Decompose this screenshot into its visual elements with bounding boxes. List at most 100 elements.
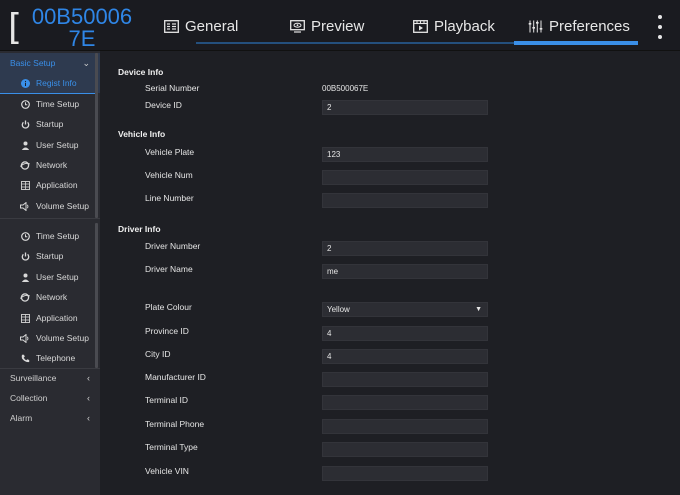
city-id-field[interactable] xyxy=(322,349,488,364)
settings-form: Device Info Serial Number 00B500067E Dev… xyxy=(100,51,680,495)
terminal-phone-field[interactable] xyxy=(322,419,488,434)
globe-icon xyxy=(20,292,30,302)
sidebar-item-label: Application xyxy=(36,313,78,323)
sidebar-item-network[interactable]: Network xyxy=(0,155,100,175)
sidebar-item-network-2[interactable]: Network xyxy=(0,287,100,307)
tab-playback[interactable]: Playback xyxy=(413,14,495,38)
sidebar-item-startup[interactable]: Startup xyxy=(0,114,100,134)
line-number-field[interactable] xyxy=(322,193,488,208)
vehicle-vin-field[interactable] xyxy=(322,466,488,481)
film-icon xyxy=(413,19,428,33)
sidebar-item-label: Application xyxy=(36,180,78,190)
manufacturer-id-field[interactable] xyxy=(322,372,488,387)
info-icon xyxy=(20,78,30,88)
tab-playback-label: Playback xyxy=(434,17,495,35)
terminal-type-field[interactable] xyxy=(322,442,488,457)
sidebar-item-volume-setup-2[interactable]: Volume Setup xyxy=(0,328,100,348)
sidebar-item-label: Startup xyxy=(36,251,64,261)
user-icon xyxy=(20,140,30,150)
chevron-left-icon: ‹ xyxy=(87,373,90,383)
sidebar-item-user-setup[interactable]: User Setup xyxy=(0,135,100,155)
tab-preferences[interactable]: Preferences xyxy=(528,14,630,38)
vehicle-vin-label: Vehicle VIN xyxy=(145,466,189,476)
sidebar-item-label: Network xyxy=(36,160,68,170)
device-bracket: [ xyxy=(8,7,23,48)
more-menu-icon[interactable] xyxy=(656,15,664,39)
sidebar-item-label: Volume Setup xyxy=(36,201,89,211)
top-bar: [ 00B500067E General Preview Playback Pr… xyxy=(0,0,680,51)
sidebar-item-label: Volume Setup xyxy=(36,333,89,343)
tab-preview-label: Preview xyxy=(311,17,365,35)
id-card-icon xyxy=(164,19,179,33)
sidebar-item-label: Regist Info xyxy=(36,78,77,88)
sidebar-item-label: Network xyxy=(36,292,68,302)
chevron-down-icon: ⌄ xyxy=(82,57,90,68)
device-code: 00B500067E xyxy=(31,4,133,51)
tab-general-label: General xyxy=(185,17,239,35)
serial-number-value: 00B500067E xyxy=(322,84,369,93)
sidebar-item-time-setup-2[interactable]: Time Setup xyxy=(0,226,100,246)
terminal-id-field[interactable] xyxy=(322,395,488,410)
vehicle-plate-field[interactable] xyxy=(322,147,488,162)
tab-preferences-label: Preferences xyxy=(549,17,630,35)
sidebar-item-user-setup-2[interactable]: User Setup xyxy=(0,267,100,287)
plate-colour-select[interactable]: Yellow ▼ xyxy=(322,302,488,317)
driver-name-label: Driver Name xyxy=(145,264,193,274)
sidebar-group-alarm[interactable]: Alarm ‹ xyxy=(0,408,100,428)
active-tab-indicator xyxy=(514,41,638,45)
user-icon xyxy=(20,272,30,282)
terminal-id-label: Terminal ID xyxy=(145,395,188,405)
sidebar-item-startup-2[interactable]: Startup xyxy=(0,246,100,266)
sidebar-item-application[interactable]: Application xyxy=(0,175,100,195)
province-id-label: Province ID xyxy=(145,326,189,336)
dropdown-caret-icon: ▼ xyxy=(475,306,482,313)
sidebar-group-label: Surveillance xyxy=(10,373,57,383)
driver-name-field[interactable] xyxy=(322,264,488,279)
sidebar-item-label: Telephone xyxy=(36,353,76,363)
sidebar-item-application-2[interactable]: Application xyxy=(0,308,100,328)
vehicle-num-field[interactable] xyxy=(322,170,488,185)
device-id-field[interactable] xyxy=(322,100,488,115)
power-icon xyxy=(20,119,30,129)
sidebar-group-label: Basic Setup xyxy=(10,58,56,68)
plate-colour-value: Yellow xyxy=(327,305,350,314)
terminal-type-label: Terminal Type xyxy=(145,442,198,452)
manufacturer-id-label: Manufacturer ID xyxy=(145,372,206,382)
vehicle-plate-label: Vehicle Plate xyxy=(145,147,195,157)
device-identifier: [ 00B500067E xyxy=(8,6,136,50)
device-id-label: Device ID xyxy=(145,100,182,110)
driver-number-field[interactable] xyxy=(322,241,488,256)
sidebar-group-collection[interactable]: Collection ‹ xyxy=(0,388,100,408)
sidebar-item-regist-info[interactable]: Regist Info xyxy=(0,73,100,93)
sidebar-item-time-setup[interactable]: Time Setup xyxy=(0,94,100,114)
sidebar-item-telephone[interactable]: Telephone xyxy=(0,348,100,368)
sidebar-scrollbar-upper[interactable] xyxy=(95,53,98,218)
sidebar-item-volume-setup[interactable]: Volume Setup xyxy=(0,196,100,216)
terminal-phone-label: Terminal Phone xyxy=(145,419,205,429)
tab-general[interactable]: General xyxy=(164,14,238,38)
speaker-icon xyxy=(20,333,30,343)
sidebar-scrollbar-lower[interactable] xyxy=(95,223,98,368)
driver-number-label: Driver Number xyxy=(145,241,201,251)
plate-colour-label: Plate Colour xyxy=(145,302,192,312)
section-title-driver-info: Driver Info xyxy=(118,224,161,234)
chevron-left-icon: ‹ xyxy=(87,413,90,423)
clock-icon xyxy=(20,99,30,109)
sidebar-divider xyxy=(0,218,100,219)
power-icon xyxy=(20,251,30,261)
phone-icon xyxy=(20,353,30,363)
province-id-field[interactable] xyxy=(322,326,488,341)
tab-preview[interactable]: Preview xyxy=(290,14,364,38)
sidebar-group-basic-setup[interactable]: Basic Setup ⌄ xyxy=(0,53,100,73)
speaker-icon xyxy=(20,201,30,211)
sidebar-item-label: User Setup xyxy=(36,272,79,282)
serial-number-label: Serial Number xyxy=(145,83,200,93)
globe-icon xyxy=(20,160,30,170)
vehicle-num-label: Vehicle Num xyxy=(145,170,193,180)
sidebar-group-surveillance[interactable]: Surveillance ‹ xyxy=(0,368,100,388)
sidebar-item-label: Time Setup xyxy=(36,231,80,241)
sidebar-group-label: Alarm xyxy=(10,413,33,423)
clock-icon xyxy=(20,231,30,241)
monitor-eye-icon xyxy=(290,19,305,33)
section-title-device-info: Device Info xyxy=(118,67,164,77)
